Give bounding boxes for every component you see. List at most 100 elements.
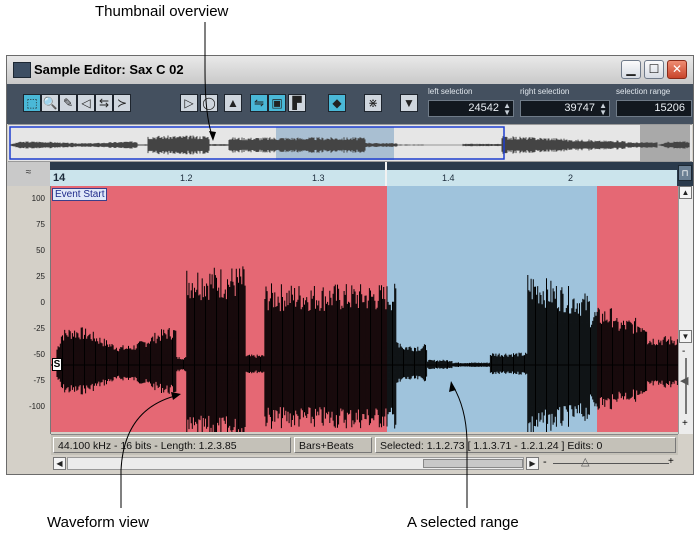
play-icon: ▷ <box>184 96 194 110</box>
amplitude-label: 0 <box>40 298 45 307</box>
horizontal-zoom-slider[interactable] <box>553 463 669 464</box>
zoom-minus-icon[interactable]: - <box>682 346 685 357</box>
status-bar: 44.100 kHz - 16 bits - Length: 1.2.3.85 … <box>51 434 678 455</box>
volume-icon: ▲ <box>227 96 239 110</box>
zoom-out-icon[interactable]: - <box>543 456 547 468</box>
scrub-tool[interactable]: ⇆ <box>95 94 113 112</box>
horizontal-zoom-handle-icon[interactable]: △ <box>581 455 589 468</box>
snap-to-zero-button[interactable]: ▛ <box>288 94 306 112</box>
range-selection-icon: ⬚ <box>26 96 38 110</box>
sample-start-marker[interactable]: S <box>52 358 62 371</box>
right-selection-box: right selection 39747 ▲ ▼ <box>520 87 610 121</box>
left-selection-box: left selection 24542 ▲ ▼ <box>428 87 514 121</box>
info-button[interactable]: ▼ <box>400 94 418 112</box>
minimize-button[interactable]: ▁ <box>621 60 641 79</box>
horizontal-scrollbar[interactable]: ◀ ▶ - △ + <box>51 455 678 472</box>
snap-to-zero-icon: ▛ <box>292 96 302 110</box>
horizontal-scroll-thumb[interactable] <box>423 459 523 468</box>
scroll-down-icon[interactable]: ▼ <box>679 330 692 343</box>
sample-editor-icon <box>13 62 31 78</box>
right-selection-value: 39747 <box>564 102 595 114</box>
ruler-label: 14 <box>53 172 66 184</box>
title-bar[interactable]: Sample Editor: Sax C 02 ▁ ☐ ✕ <box>7 56 693 85</box>
amplitude-label: 100 <box>31 194 45 203</box>
zoom-in-icon[interactable]: + <box>668 456 674 467</box>
spin-icon[interactable]: ▲ ▼ <box>503 102 511 117</box>
toolbar: left selection 24542 ▲ ▼ right selection 3… <box>7 84 693 124</box>
waveform-corner-icon: ≈ <box>7 162 50 186</box>
left-selection-label: left selection <box>428 87 473 96</box>
volume-slider[interactable]: ▲ <box>224 94 242 112</box>
ruler-label: 1.4 <box>442 173 455 183</box>
amplitude-label: -100 <box>28 402 45 411</box>
snap-tool[interactable]: ≻ <box>113 94 131 112</box>
loop-icon: ◯ <box>202 96 216 110</box>
amplitude-label: 75 <box>36 220 45 229</box>
amplitude-label: -50 <box>33 350 45 359</box>
amplitude-label: 25 <box>36 272 45 281</box>
waveform-view-callout: Waveform view <box>47 514 149 531</box>
info-icon: ▼ <box>403 96 415 110</box>
draw-tool[interactable]: ✎ <box>59 94 77 112</box>
waveform-view[interactable]: Event Start S <box>51 186 678 432</box>
maximize-button[interactable]: ☐ <box>644 60 664 79</box>
play-icon: ◁ <box>81 96 91 110</box>
scrub-icon: ⇆ <box>98 96 110 110</box>
selection-range-box: selection range 15206 <box>616 87 692 121</box>
right-selection-label: right selection <box>520 87 570 96</box>
loop-button[interactable]: ◯ <box>200 94 218 112</box>
left-selection-value: 24542 <box>468 102 499 114</box>
display-mode[interactable]: Bars+Beats <box>294 437 372 453</box>
ruler-label: 2 <box>568 173 574 183</box>
format-info: 44.100 kHz - 16 bits - Length: 1.2.3.85 <box>53 437 291 453</box>
selection-range-field[interactable]: 15206 <box>616 100 692 117</box>
thumbnail-overview[interactable] <box>8 124 692 162</box>
play-button[interactable]: ▷ <box>180 94 198 112</box>
thumbnail-overview-callout: Thumbnail overview <box>95 3 229 20</box>
amplitude-label: -75 <box>33 376 45 385</box>
amplitude-scale: 100 75 50 25 0 -25 -50 -75 -100 <box>8 186 51 434</box>
hitpoint-icon: ⋇ <box>367 96 379 110</box>
range-selection-tool[interactable]: ⬚ <box>23 94 41 112</box>
show-event-icon: ⇋ <box>253 96 265 110</box>
follow-icon: ◆ <box>332 96 342 110</box>
ruler-format-button[interactable]: ⊓ <box>678 165 692 181</box>
scroll-left-icon[interactable]: ◀ <box>53 457 66 470</box>
ruler-row: ≈ 14 1.2 1.3 1.4 2 ⊓ <box>7 162 693 186</box>
ruler-label: 1.2 <box>180 173 193 183</box>
time-ruler[interactable]: 14 1.2 1.3 1.4 2 <box>50 162 677 186</box>
vertical-zoom-handle-icon[interactable]: ◀ <box>680 374 688 387</box>
spin-icon[interactable]: ▲ ▼ <box>599 102 607 117</box>
snap-icon: ≻ <box>116 96 128 110</box>
selection-range-value: 15206 <box>654 102 685 114</box>
close-button[interactable]: ✕ <box>667 60 687 79</box>
left-selection-field[interactable]: 24542 ▲ ▼ <box>428 100 514 117</box>
show-event-button[interactable]: ⇋ <box>250 94 268 112</box>
autoscroll-icon: ▣ <box>271 96 283 110</box>
scroll-up-icon[interactable]: ▲ <box>679 186 692 199</box>
zoom-icon: 🔍 <box>42 96 58 110</box>
play-tool[interactable]: ◁ <box>77 94 95 112</box>
scroll-right-icon[interactable]: ▶ <box>526 457 539 470</box>
amplitude-label: -25 <box>33 324 45 333</box>
selection-range-label: selection range <box>616 87 671 96</box>
thumbnail-waveform <box>9 125 690 161</box>
follow-button[interactable]: ◆ <box>328 94 346 112</box>
horizontal-scroll-track[interactable] <box>67 457 524 470</box>
selection-info: Selected: 1.1.2.73 [ 1.1.3.71 - 1.2.1.24… <box>375 437 676 453</box>
vertical-scrollbar[interactable]: ▲ ▼ - ◀ + <box>678 186 693 434</box>
right-selection-field[interactable]: 39747 ▲ ▼ <box>520 100 610 117</box>
draw-icon: ✎ <box>62 96 74 110</box>
ruler-label: 1.3 <box>312 173 325 183</box>
playback-position-marker[interactable] <box>385 162 387 186</box>
waveform-display <box>51 186 678 432</box>
autoscroll-button[interactable]: ▣ <box>268 94 286 112</box>
window-title: Sample Editor: Sax C 02 <box>34 62 184 77</box>
hitpoint-button[interactable]: ⋇ <box>364 94 382 112</box>
zoom-plus-icon[interactable]: + <box>682 418 688 429</box>
selected-range-callout: A selected range <box>407 514 519 531</box>
zoom-tool[interactable]: 🔍 <box>41 94 59 112</box>
sample-editor-window: Sample Editor: Sax C 02 ▁ ☐ ✕ left selec… <box>6 55 694 475</box>
amplitude-label: 50 <box>36 246 45 255</box>
event-start-label: Event Start <box>52 188 108 201</box>
